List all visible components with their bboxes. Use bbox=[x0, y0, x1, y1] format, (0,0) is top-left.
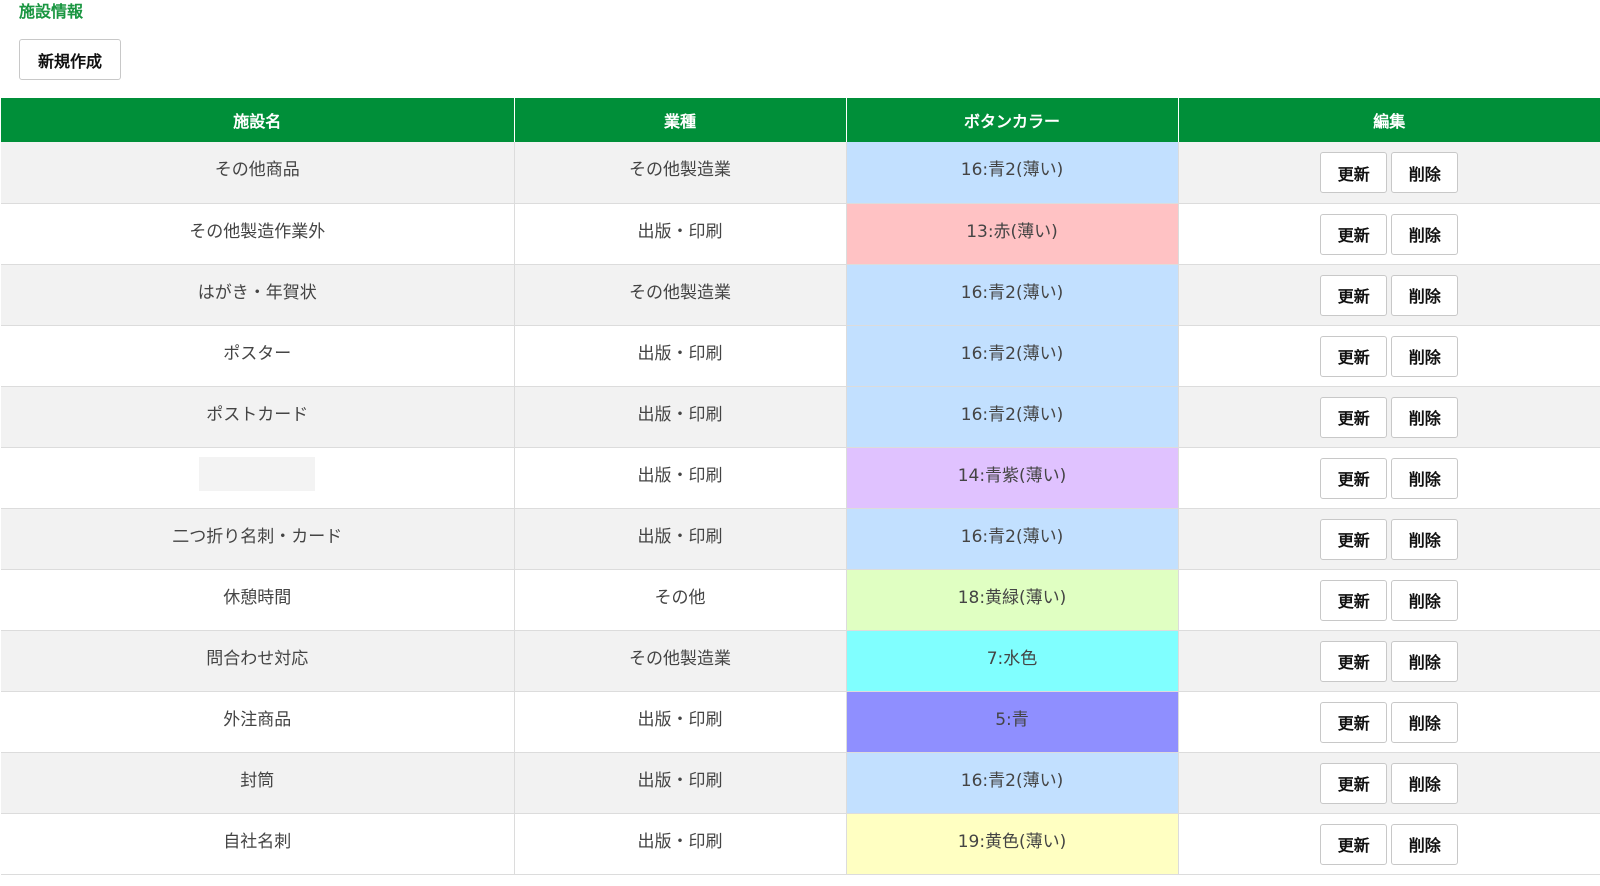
column-header-edit: 編集 bbox=[1178, 98, 1600, 142]
table-row: その他商品 その他製造業 16:青2(薄い) 更新 削除 bbox=[1, 142, 1600, 204]
facility-name-cell bbox=[1, 447, 515, 509]
facility-name-cell: ポストカード bbox=[1, 386, 515, 448]
delete-button[interactable]: 削除 bbox=[1391, 274, 1459, 316]
table-row: その他製造作業外 出版・印刷 13:赤(薄い) 更新 削除 bbox=[1, 203, 1600, 265]
industry-cell: 出版・印刷 bbox=[514, 691, 847, 753]
industry-cell: 出版・印刷 bbox=[514, 508, 847, 570]
edit-cell: 更新 削除 bbox=[1178, 691, 1600, 753]
industry-cell: その他製造業 bbox=[514, 142, 847, 204]
facility-name-cell: 封筒 bbox=[1, 752, 515, 814]
table-row: 問合わせ対応 その他製造業 7:水色 更新 削除 bbox=[1, 630, 1600, 692]
table-row: はがき・年賀状 その他製造業 16:青2(薄い) 更新 削除 bbox=[1, 264, 1600, 326]
edit-cell: 更新 削除 bbox=[1178, 142, 1600, 204]
update-button[interactable]: 更新 bbox=[1320, 274, 1388, 316]
edit-cell: 更新 削除 bbox=[1178, 447, 1600, 509]
delete-button[interactable]: 削除 bbox=[1391, 213, 1459, 255]
facility-name-cell: その他商品 bbox=[1, 142, 515, 204]
column-header-facility-name: 施設名 bbox=[1, 98, 515, 142]
delete-button[interactable]: 削除 bbox=[1391, 518, 1459, 560]
button-color-cell: 19:黄色(薄い) bbox=[846, 813, 1179, 875]
industry-cell: 出版・印刷 bbox=[514, 752, 847, 814]
delete-button[interactable]: 削除 bbox=[1391, 396, 1459, 438]
update-button[interactable]: 更新 bbox=[1320, 579, 1388, 621]
delete-button[interactable]: 削除 bbox=[1391, 457, 1459, 499]
update-button[interactable]: 更新 bbox=[1320, 396, 1388, 438]
button-color-cell: 16:青2(薄い) bbox=[846, 264, 1179, 326]
table-row: 封筒 出版・印刷 16:青2(薄い) 更新 削除 bbox=[1, 752, 1600, 814]
button-color-cell: 16:青2(薄い) bbox=[846, 752, 1179, 814]
edit-cell: 更新 削除 bbox=[1178, 508, 1600, 570]
column-header-button-color: ボタンカラー bbox=[846, 98, 1179, 142]
table-row: 自社名刺 出版・印刷 19:黄色(薄い) 更新 削除 bbox=[1, 813, 1600, 875]
edit-cell: 更新 削除 bbox=[1178, 386, 1600, 448]
button-color-cell: 16:青2(薄い) bbox=[846, 508, 1179, 570]
facility-name-cell: 二つ折り名刺・カード bbox=[1, 508, 515, 570]
industry-cell: その他製造業 bbox=[514, 630, 847, 692]
table-row: 出版・印刷 14:青紫(薄い) 更新 削除 bbox=[1, 447, 1600, 509]
edit-cell: 更新 削除 bbox=[1178, 630, 1600, 692]
update-button[interactable]: 更新 bbox=[1320, 823, 1388, 865]
edit-cell: 更新 削除 bbox=[1178, 752, 1600, 814]
update-button[interactable]: 更新 bbox=[1320, 762, 1388, 804]
update-button[interactable]: 更新 bbox=[1320, 518, 1388, 560]
button-color-cell: 5:青 bbox=[846, 691, 1179, 753]
edit-cell: 更新 削除 bbox=[1178, 325, 1600, 387]
edit-cell: 更新 削除 bbox=[1178, 264, 1600, 326]
button-color-cell: 16:青2(薄い) bbox=[846, 325, 1179, 387]
delete-button[interactable]: 削除 bbox=[1391, 823, 1459, 865]
update-button[interactable]: 更新 bbox=[1320, 640, 1388, 682]
edit-cell: 更新 削除 bbox=[1178, 203, 1600, 265]
update-button[interactable]: 更新 bbox=[1320, 152, 1388, 193]
edit-cell: 更新 削除 bbox=[1178, 569, 1600, 631]
industry-cell: その他製造業 bbox=[514, 264, 847, 326]
facility-name-cell: 自社名刺 bbox=[1, 813, 515, 875]
table-header-row: 施設名 業種 ボタンカラー 編集 bbox=[1, 98, 1600, 142]
delete-button[interactable]: 削除 bbox=[1391, 579, 1459, 621]
facility-name-cell: ポスター bbox=[1, 325, 515, 387]
delete-button[interactable]: 削除 bbox=[1391, 762, 1459, 804]
page-title: 施設情報 bbox=[19, 2, 84, 21]
delete-button[interactable]: 削除 bbox=[1391, 335, 1459, 377]
button-color-cell: 13:赤(薄い) bbox=[846, 203, 1179, 265]
delete-button[interactable]: 削除 bbox=[1391, 701, 1459, 743]
update-button[interactable]: 更新 bbox=[1320, 213, 1388, 255]
button-color-cell: 16:青2(薄い) bbox=[846, 142, 1179, 204]
facility-name-cell: 休憩時間 bbox=[1, 569, 515, 631]
industry-cell: 出版・印刷 bbox=[514, 203, 847, 265]
industry-cell: 出版・印刷 bbox=[514, 325, 847, 387]
industry-cell: その他 bbox=[514, 569, 847, 631]
update-button[interactable]: 更新 bbox=[1320, 335, 1388, 377]
table-row: ポスター 出版・印刷 16:青2(薄い) 更新 削除 bbox=[1, 325, 1600, 387]
facility-name-cell: はがき・年賀状 bbox=[1, 264, 515, 326]
facility-name-cell: 問合わせ対応 bbox=[1, 630, 515, 692]
table-row: 休憩時間 その他 18:黄緑(薄い) 更新 削除 bbox=[1, 569, 1600, 631]
table-row: ポストカード 出版・印刷 16:青2(薄い) 更新 削除 bbox=[1, 386, 1600, 448]
facility-name-cell: 外注商品 bbox=[1, 691, 515, 753]
button-color-cell: 14:青紫(薄い) bbox=[846, 447, 1179, 509]
table-row: 二つ折り名刺・カード 出版・印刷 16:青2(薄い) 更新 削除 bbox=[1, 508, 1600, 570]
button-color-cell: 18:黄緑(薄い) bbox=[846, 569, 1179, 631]
facility-name-cell: その他製造作業外 bbox=[1, 203, 515, 265]
delete-button[interactable]: 削除 bbox=[1391, 152, 1459, 193]
new-create-button[interactable]: 新規作成 bbox=[19, 39, 121, 80]
facility-table: 施設名 業種 ボタンカラー 編集 その他商品 その他製造業 16:青2(薄い) 更新削… bbox=[1, 98, 1600, 875]
industry-cell: 出版・印刷 bbox=[514, 813, 847, 875]
industry-cell: 出版・印刷 bbox=[514, 386, 847, 448]
table-row: 外注商品 出版・印刷 5:青 更新 削除 bbox=[1, 691, 1600, 753]
redacted-name bbox=[199, 456, 316, 491]
button-color-cell: 16:青2(薄い) bbox=[846, 386, 1179, 448]
update-button[interactable]: 更新 bbox=[1320, 701, 1388, 743]
industry-cell: 出版・印刷 bbox=[514, 447, 847, 509]
delete-button[interactable]: 削除 bbox=[1391, 640, 1459, 682]
update-button[interactable]: 更新 bbox=[1320, 457, 1388, 499]
edit-cell: 更新 削除 bbox=[1178, 813, 1600, 875]
button-color-cell: 7:水色 bbox=[846, 630, 1179, 692]
column-header-industry: 業種 bbox=[514, 98, 847, 142]
